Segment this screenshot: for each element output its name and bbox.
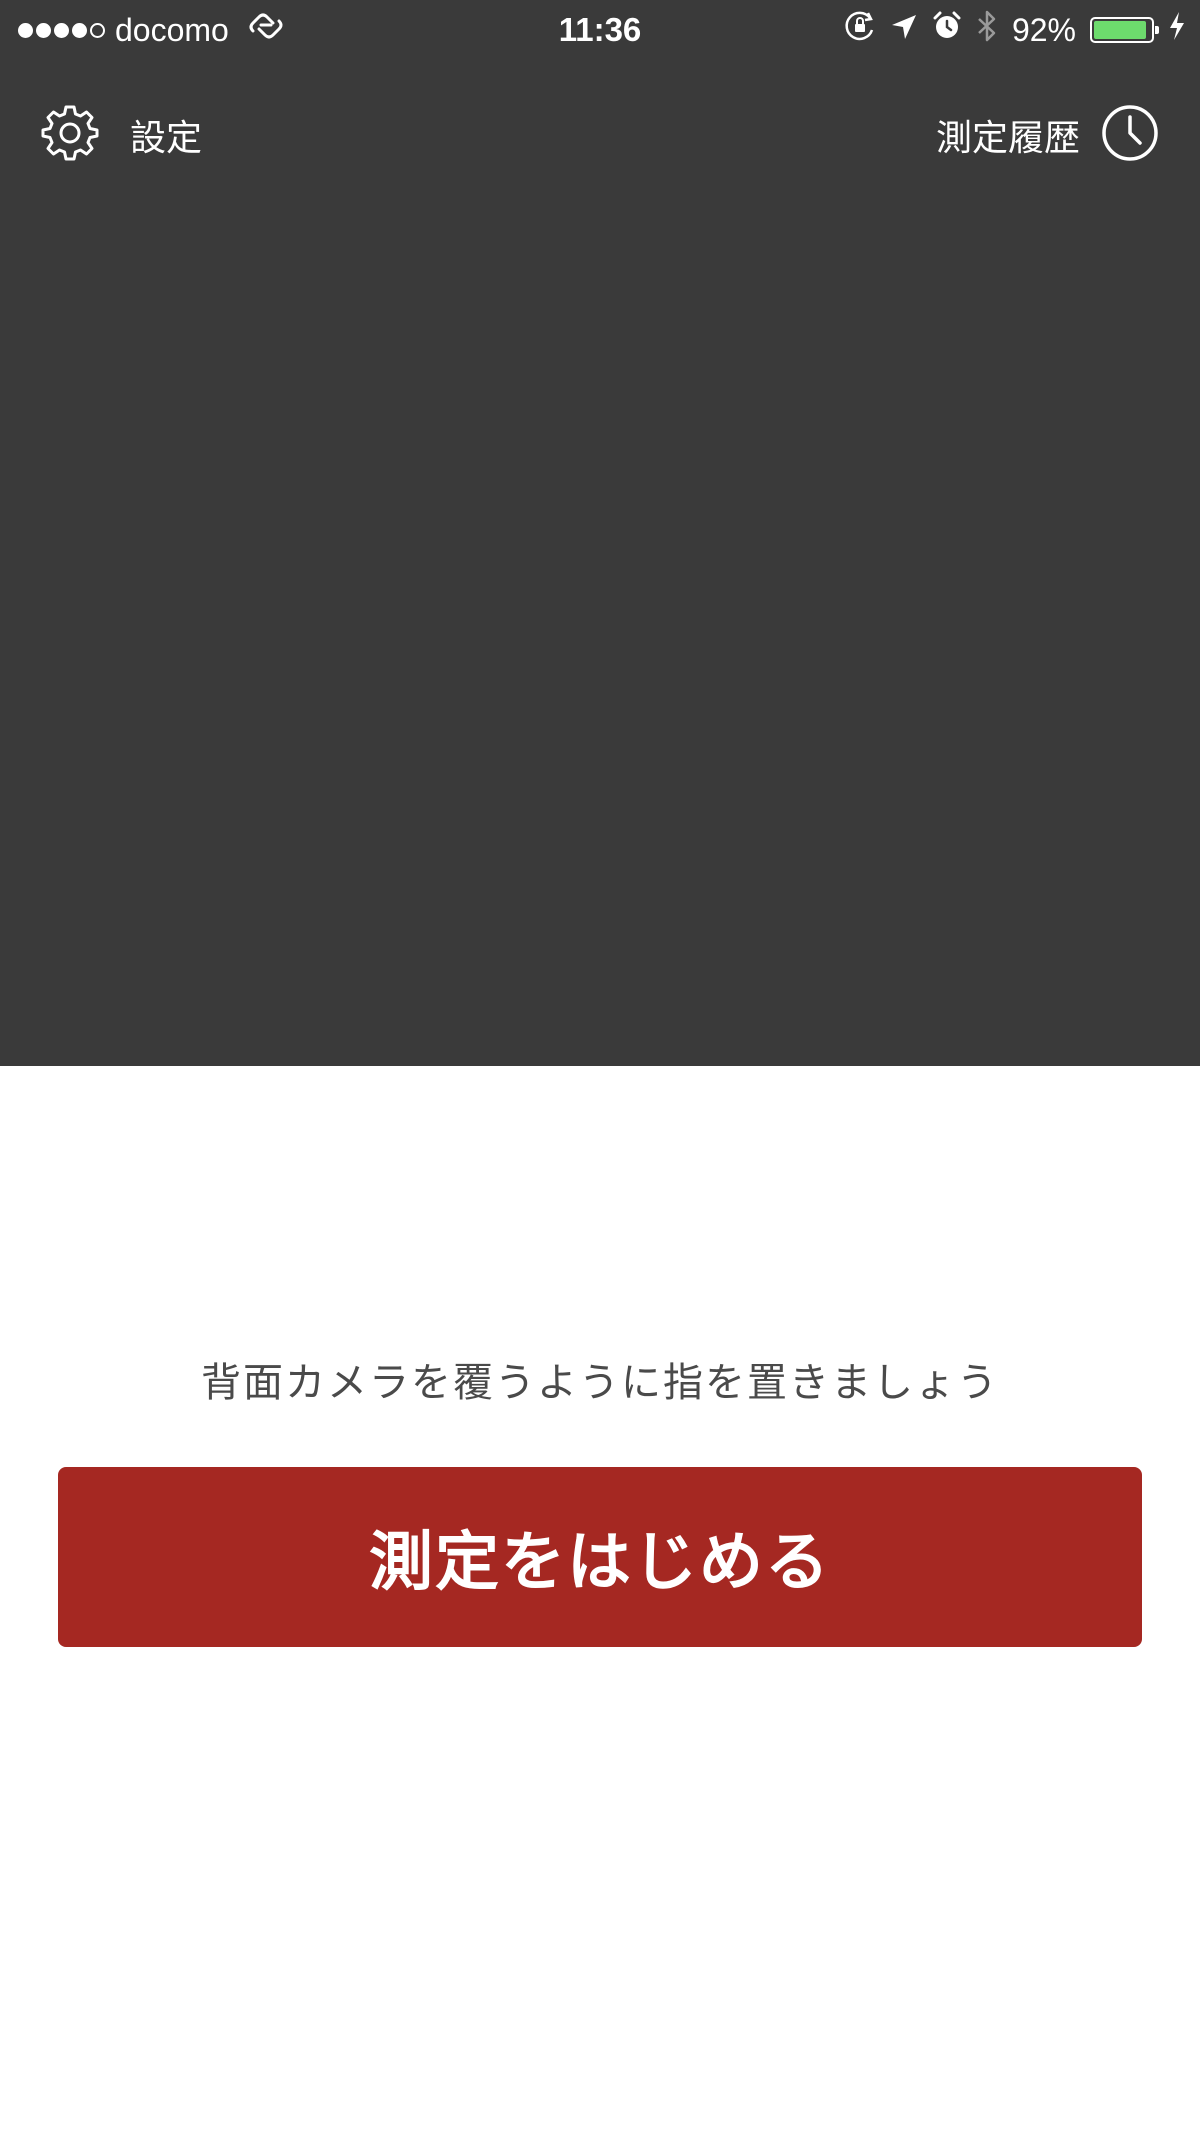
start-measurement-button[interactable]: 測定をはじめる (58, 1467, 1142, 1647)
battery-percent: 92% (1011, 11, 1076, 48)
battery-nub (1155, 26, 1159, 34)
rotation-lock-icon (844, 10, 876, 50)
camera-preview-area: docomo 11:36 92% 設定 測定履歴 (0, 0, 1200, 1066)
battery-level (1094, 21, 1146, 39)
bluetooth-icon (976, 9, 998, 51)
alarm-icon (932, 11, 962, 49)
instruction-text: 背面カメラを覆うように指を置きましょう (201, 1360, 999, 1406)
location-arrow-icon (890, 12, 918, 49)
history-label: 測定履歴 (935, 118, 1080, 159)
gear-icon (40, 103, 100, 167)
navigation-bar: 設定 測定履歴 (0, 90, 1200, 180)
status-bar: docomo 11:36 92% (0, 0, 1200, 60)
clock-icon (1100, 103, 1160, 167)
bolt-icon (1168, 11, 1186, 49)
settings-label: 設定 (130, 118, 203, 159)
status-right: 92% (844, 8, 1186, 52)
settings-button[interactable]: 設定 (40, 102, 202, 168)
battery-icon (1090, 17, 1159, 43)
history-button[interactable]: 測定履歴 (936, 102, 1160, 168)
